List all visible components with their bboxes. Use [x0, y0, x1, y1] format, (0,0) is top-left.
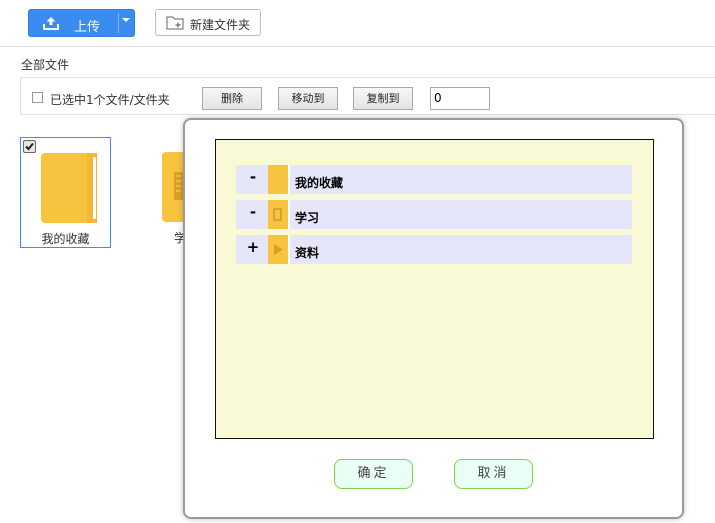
folder-icon [268, 165, 290, 194]
tree-item-label: 我的收藏 [295, 176, 344, 190]
confirm-button[interactable]: 确定 [334, 459, 413, 489]
upload-label: 上传 [74, 20, 101, 35]
delete-button[interactable]: 删除 [202, 87, 262, 110]
tree-item[interactable]: + 资料 [236, 235, 632, 264]
file-name: 我的收藏 [41, 232, 90, 246]
toolbar-divider [0, 46, 715, 47]
breadcrumb[interactable]: 全部文件 [21, 56, 69, 73]
document-folder-icon [268, 200, 290, 229]
collapse-toggle[interactable]: - [246, 168, 260, 186]
expand-toggle[interactable]: + [246, 238, 260, 256]
check-icon [25, 142, 34, 151]
file-checkbox[interactable] [23, 140, 36, 153]
new-folder-button[interactable]: 新建文件夹 [155, 9, 261, 36]
tree-item[interactable]: - 我的收藏 [236, 165, 632, 194]
selection-bar: 已选中1个文件/文件夹 删除 移动到 复制到 0 [20, 77, 715, 115]
selection-count-text: 已选中1个文件/文件夹 [50, 93, 170, 107]
new-folder-icon [166, 16, 184, 30]
upload-button[interactable]: 上传 [28, 9, 135, 37]
tree-item-label: 学习 [295, 211, 320, 225]
copy-to-button[interactable]: 复制到 [353, 87, 413, 110]
tree-item[interactable]: - 学习 [236, 200, 632, 229]
upload-divider [118, 13, 119, 33]
new-folder-label: 新建文件夹 [190, 18, 251, 32]
tree-item-label: 资料 [295, 246, 320, 260]
folder-icon [41, 153, 97, 223]
select-all-checkbox[interactable] [32, 92, 43, 103]
cancel-button[interactable]: 取消 [454, 459, 533, 489]
move-to-dialog: - 我的收藏 - 学习 + 资料 确定 取消 [183, 118, 684, 519]
collapse-toggle[interactable]: - [246, 203, 260, 221]
chevron-down-icon[interactable] [122, 18, 130, 22]
upload-icon [43, 17, 59, 30]
play-folder-icon [268, 235, 290, 264]
number-input[interactable]: 0 [430, 87, 490, 110]
upload-main-button[interactable]: 上传 [29, 10, 117, 36]
file-item[interactable]: 我的收藏 [20, 137, 111, 248]
folder-tree: - 我的收藏 - 学习 + 资料 [215, 139, 654, 439]
move-to-button[interactable]: 移动到 [278, 87, 338, 110]
